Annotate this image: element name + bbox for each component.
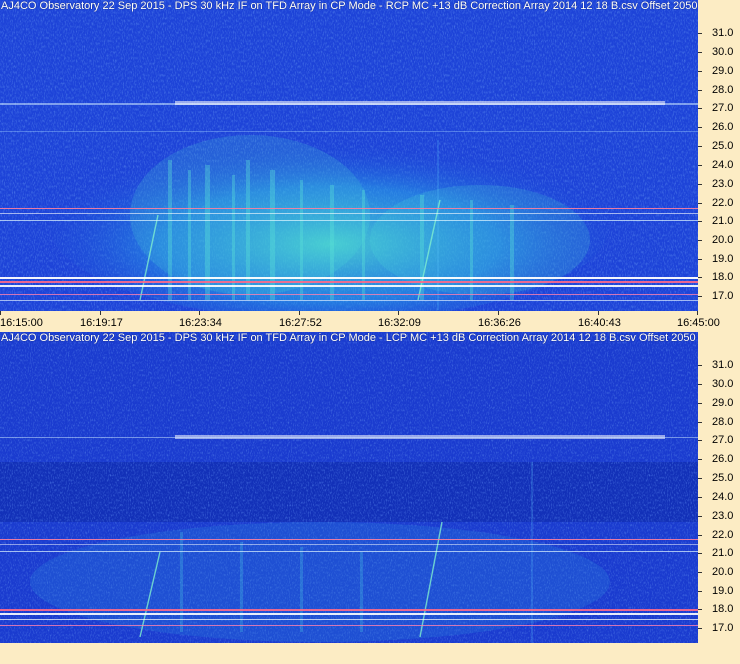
- freq-tick: [698, 497, 702, 498]
- time-label: 16:19:17: [80, 317, 123, 329]
- time-tick: [498, 311, 499, 315]
- time-label: 16:40:43: [578, 317, 621, 329]
- freq-label: 20.0: [712, 234, 734, 246]
- freq-label: 31.0: [712, 27, 734, 39]
- lcp-frequency-axis: 31.0 30.0 29.0 28.0 27.0 26.0 25.0 24.0 …: [698, 332, 740, 643]
- freq-label: 20.0: [712, 566, 734, 578]
- freq-tick: [698, 535, 702, 536]
- freq-tick: [698, 33, 702, 34]
- freq-label: 21.0: [712, 215, 734, 227]
- freq-tick: [698, 296, 702, 297]
- freq-label: 29.0: [712, 65, 734, 77]
- time-tick: [100, 311, 101, 315]
- freq-label: 30.0: [712, 46, 734, 58]
- lcp-time-axis: [0, 643, 740, 663]
- freq-tick: [698, 221, 702, 222]
- freq-tick: [698, 277, 702, 278]
- time-tick: [697, 311, 698, 315]
- freq-tick: [698, 240, 702, 241]
- freq-label: 26.0: [712, 121, 734, 133]
- freq-tick: [698, 71, 702, 72]
- freq-tick: [698, 628, 702, 629]
- lcp-spectrogram-image: [0, 332, 698, 643]
- freq-label: 31.0: [712, 359, 734, 371]
- freq-label: 26.0: [712, 453, 734, 465]
- freq-tick: [698, 516, 702, 517]
- freq-label: 27.0: [712, 102, 734, 114]
- freq-tick: [698, 52, 702, 53]
- freq-tick: [698, 184, 702, 185]
- freq-tick: [698, 165, 702, 166]
- lcp-spectrogram-panel: AJ4CO Observatory 22 Sep 2015 - DPS 30 k…: [0, 332, 740, 663]
- freq-tick: [698, 459, 702, 460]
- freq-label: 24.0: [712, 491, 734, 503]
- freq-tick: [698, 365, 702, 366]
- freq-tick: [698, 478, 702, 479]
- freq-label: 17.0: [712, 622, 734, 634]
- freq-label: 30.0: [712, 378, 734, 390]
- freq-label: 28.0: [712, 416, 734, 428]
- freq-label: 19.0: [712, 253, 734, 265]
- freq-tick: [698, 572, 702, 573]
- rcp-frequency-axis: 31.0 30.0 29.0 28.0 27.0 26.0 25.0 24.0 …: [698, 0, 740, 311]
- rcp-title: AJ4CO Observatory 22 Sep 2015 - DPS 30 k…: [1, 0, 740, 12]
- freq-label: 24.0: [712, 159, 734, 171]
- freq-tick: [698, 384, 702, 385]
- time-tick: [398, 311, 399, 315]
- time-tick: [299, 311, 300, 315]
- time-label: 16:15:00: [0, 317, 43, 329]
- freq-label: 17.0: [712, 290, 734, 302]
- freq-tick: [698, 127, 702, 128]
- rcp-time-axis: 16:15:00 16:19:17 16:23:34 16:27:52 16:3…: [0, 311, 740, 331]
- freq-label: 18.0: [712, 271, 734, 283]
- time-label: 16:27:52: [279, 317, 322, 329]
- freq-label: 18.0: [712, 603, 734, 615]
- freq-tick: [698, 440, 702, 441]
- freq-label: 25.0: [712, 140, 734, 152]
- rcp-spectrogram-panel: AJ4CO Observatory 22 Sep 2015 - DPS 30 k…: [0, 0, 740, 331]
- freq-tick: [698, 553, 702, 554]
- freq-tick: [698, 591, 702, 592]
- time-tick: [0, 311, 1, 315]
- freq-label: 23.0: [712, 510, 734, 522]
- freq-label: 21.0: [712, 547, 734, 559]
- rcp-spectrogram-image: [0, 0, 698, 311]
- freq-tick: [698, 609, 702, 610]
- freq-tick: [698, 259, 702, 260]
- freq-label: 22.0: [712, 529, 734, 541]
- freq-label: 25.0: [712, 472, 734, 484]
- freq-label: 22.0: [712, 197, 734, 209]
- freq-label: 27.0: [712, 434, 734, 446]
- lcp-title: AJ4CO Observatory 22 Sep 2015 - DPS 30 k…: [1, 332, 740, 344]
- freq-tick: [698, 90, 702, 91]
- freq-tick: [698, 403, 702, 404]
- time-label: 16:45:00: [677, 317, 720, 329]
- time-label: 16:32:09: [378, 317, 421, 329]
- freq-tick: [698, 146, 702, 147]
- freq-tick: [698, 108, 702, 109]
- freq-label: 19.0: [712, 585, 734, 597]
- freq-tick: [698, 422, 702, 423]
- freq-label: 29.0: [712, 397, 734, 409]
- time-tick: [199, 311, 200, 315]
- time-label: 16:36:26: [478, 317, 521, 329]
- freq-label: 28.0: [712, 84, 734, 96]
- freq-label: 23.0: [712, 178, 734, 190]
- time-label: 16:23:34: [179, 317, 222, 329]
- time-tick: [598, 311, 599, 315]
- freq-tick: [698, 203, 702, 204]
